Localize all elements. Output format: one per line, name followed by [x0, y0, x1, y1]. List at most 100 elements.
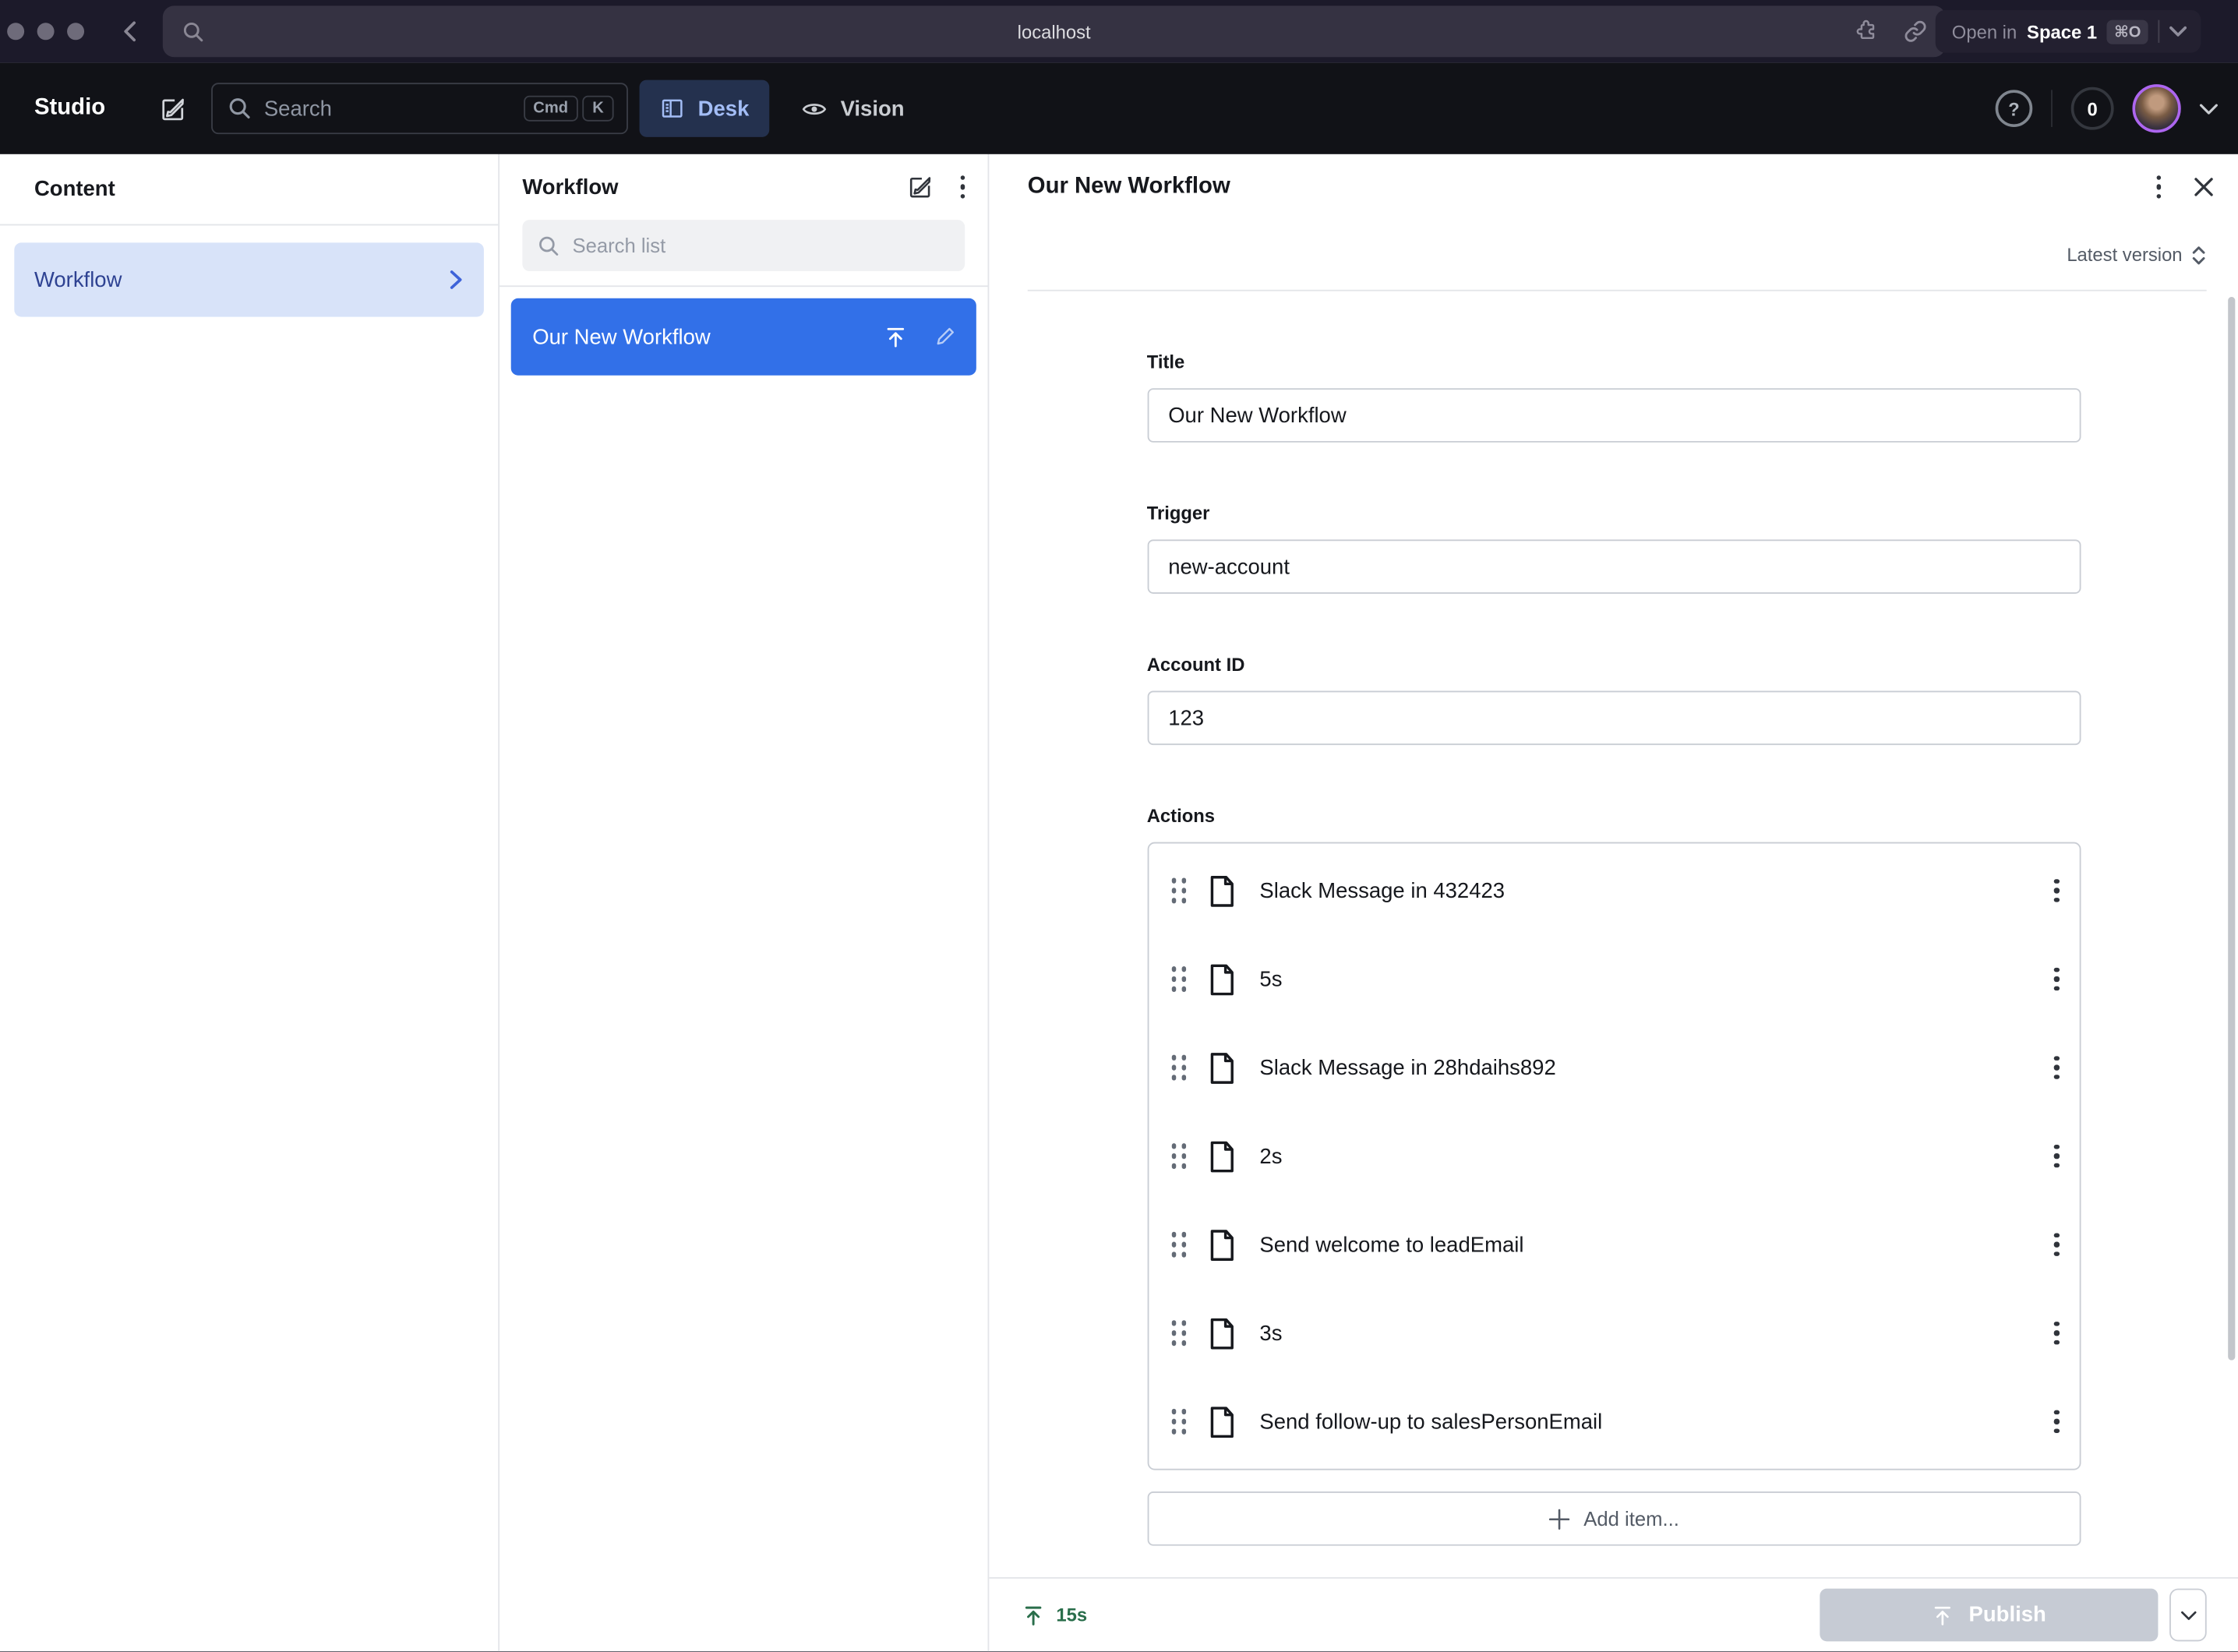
list-item-our-new-workflow[interactable]: Our New Workflow: [511, 298, 976, 376]
action-menu-icon[interactable]: [2054, 1322, 2059, 1345]
document-menu-icon[interactable]: [2156, 175, 2161, 199]
url-text: localhost: [163, 21, 1946, 42]
compose-icon[interactable]: [158, 94, 188, 123]
search-shortcut: Cmd K: [523, 96, 613, 122]
drag-handle-icon[interactable]: [1171, 1409, 1187, 1435]
close-icon[interactable]: [2192, 175, 2215, 198]
action-menu-icon[interactable]: [2054, 1056, 2059, 1079]
field-account-id: Account ID: [1147, 654, 2081, 745]
action-row[interactable]: 2s: [1149, 1112, 2079, 1201]
action-menu-icon[interactable]: [2054, 1145, 2059, 1168]
address-bar[interactable]: localhost: [163, 5, 1946, 57]
chevron-down-icon[interactable]: [2169, 26, 2187, 37]
browser-back-icon[interactable]: [120, 19, 143, 44]
scrollbar[interactable]: [2228, 297, 2235, 1361]
cmd-keycap: Cmd: [523, 96, 577, 122]
publish-options-button[interactable]: [2169, 1589, 2207, 1642]
drag-handle-icon[interactable]: [1171, 877, 1187, 903]
action-label: Send follow-up to salesPersonEmail: [1259, 1410, 1602, 1434]
content-pane: Content Workflow: [0, 154, 499, 1651]
help-icon[interactable]: ?: [1996, 90, 2033, 127]
field-account-id-label: Account ID: [1147, 654, 2081, 675]
tab-vision[interactable]: Vision: [781, 80, 925, 137]
edit-pencil-icon: [934, 326, 956, 348]
field-trigger-label: Trigger: [1147, 503, 2081, 524]
content-pane-header: Content: [0, 154, 498, 226]
account-id-input[interactable]: [1147, 691, 2081, 746]
chevron-down-icon[interactable]: [2200, 102, 2219, 115]
list-menu-icon[interactable]: [960, 175, 965, 199]
window-controls[interactable]: [7, 23, 84, 40]
editor-header: Our New Workflow Latest version: [989, 154, 2238, 291]
list-pane-header: Workflow: [499, 154, 987, 287]
add-item-label: Add item...: [1583, 1507, 1679, 1530]
action-row[interactable]: Slack Message in 432423: [1149, 846, 2079, 935]
action-menu-icon[interactable]: [2054, 1233, 2059, 1256]
action-menu-icon[interactable]: [2054, 879, 2059, 902]
action-row[interactable]: Slack Message in 28hdaihs892: [1149, 1023, 2079, 1112]
sort-chevrons-icon[interactable]: [2191, 243, 2207, 266]
document-icon: [1207, 1315, 1237, 1351]
publish-button[interactable]: Publish: [1820, 1589, 2158, 1642]
action-label: Slack Message in 432423: [1259, 878, 1505, 902]
drag-handle-icon[interactable]: [1171, 966, 1187, 992]
browser-chrome: localhost Open in Space 1 ⌘O: [0, 0, 2238, 63]
notification-count-badge[interactable]: 0: [2071, 87, 2114, 130]
drag-handle-icon[interactable]: [1171, 1143, 1187, 1169]
search-icon: [538, 235, 560, 256]
minimize-window-dot[interactable]: [37, 23, 55, 40]
list-search-input[interactable]: [572, 234, 965, 256]
field-title: Title: [1147, 351, 2081, 443]
editor-scroll-area: Title Trigger Account ID Actions: [989, 291, 2238, 1577]
compose-icon[interactable]: [905, 173, 934, 202]
action-row[interactable]: Send welcome to leadEmail: [1149, 1200, 2079, 1289]
publish-icon: [1022, 1604, 1044, 1626]
extensions-puzzle-icon[interactable]: [1854, 19, 1880, 44]
studio-brand[interactable]: Studio: [34, 96, 105, 122]
navbar-divider: [2051, 90, 2053, 127]
action-label: 3s: [1259, 1321, 1282, 1345]
editor-footer: 15s Publish: [989, 1577, 2238, 1651]
document-icon: [1207, 1403, 1237, 1439]
app-window: localhost Open in Space 1 ⌘O Studio: [0, 0, 2238, 1651]
tab-desk-label: Desk: [698, 97, 750, 121]
action-label: 5s: [1259, 967, 1282, 991]
trigger-input[interactable]: [1147, 539, 2081, 594]
list-search[interactable]: [522, 220, 965, 271]
global-search-input[interactable]: [264, 97, 524, 121]
actions-list: Slack Message in 432423 5s S: [1147, 842, 2081, 1470]
version-select[interactable]: Latest version: [2067, 244, 2182, 265]
chevron-right-icon: [448, 268, 464, 291]
field-trigger: Trigger: [1147, 503, 2081, 594]
document-editor-pane: Our New Workflow Latest version: [989, 154, 2238, 1651]
tab-desk[interactable]: Desk: [640, 80, 769, 137]
list-item-label: Our New Workflow: [532, 325, 710, 349]
drag-handle-icon[interactable]: [1171, 1232, 1187, 1258]
global-search[interactable]: Cmd K: [211, 83, 628, 134]
action-row[interactable]: 5s: [1149, 935, 2079, 1024]
action-row[interactable]: Send follow-up to salesPersonEmail: [1149, 1378, 2079, 1467]
action-menu-icon[interactable]: [2054, 1410, 2059, 1433]
drag-handle-icon[interactable]: [1171, 1055, 1187, 1081]
review-changes-button[interactable]: 15s: [1022, 1604, 1087, 1626]
sidebar-item-workflow[interactable]: Workflow: [14, 242, 484, 316]
action-row[interactable]: 3s: [1149, 1289, 2079, 1378]
document-icon: [1207, 1227, 1237, 1262]
action-menu-icon[interactable]: [2054, 967, 2059, 990]
tool-tabs: Desk Vision: [640, 80, 925, 137]
link-icon[interactable]: [1903, 19, 1929, 44]
zoom-window-dot[interactable]: [67, 23, 84, 40]
close-window-dot[interactable]: [7, 23, 24, 40]
title-input[interactable]: [1147, 388, 2081, 443]
desk-icon: [659, 96, 685, 122]
publish-icon: [884, 325, 908, 349]
publish-button-label: Publish: [1969, 1603, 2046, 1627]
drag-handle-icon[interactable]: [1171, 1320, 1187, 1346]
document-icon: [1207, 873, 1237, 909]
field-title-label: Title: [1147, 351, 2081, 372]
add-item-button[interactable]: Add item...: [1147, 1491, 2081, 1546]
search-icon: [228, 97, 251, 120]
avatar[interactable]: [2132, 84, 2180, 132]
open-in-space-button[interactable]: Open in Space 1 ⌘O: [1935, 10, 2201, 53]
shortcut-badge: ⌘O: [2107, 19, 2148, 44]
